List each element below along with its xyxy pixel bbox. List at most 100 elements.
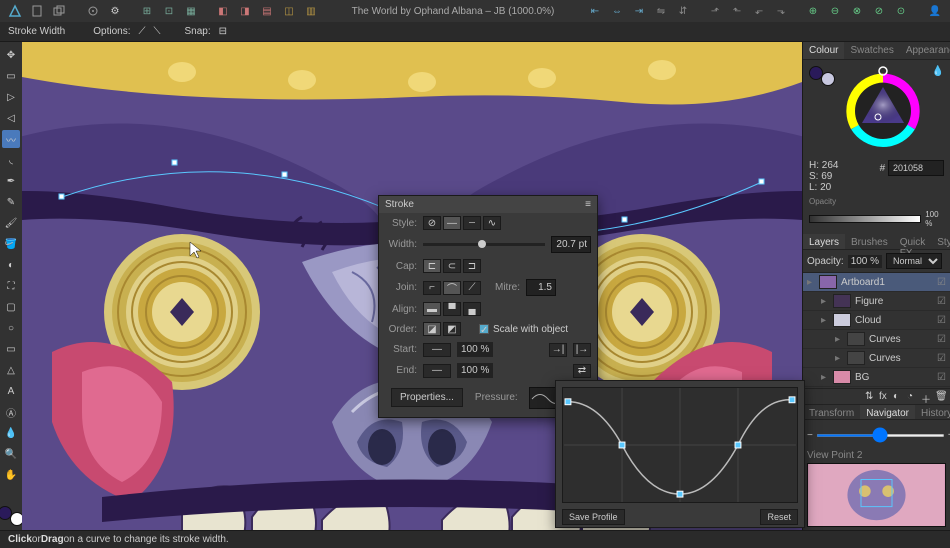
opacity-slider[interactable] — [809, 215, 921, 223]
bool-add-icon[interactable]: ⊕ — [804, 2, 822, 20]
align-left-icon[interactable]: ⇤ — [586, 2, 604, 20]
arrange-2-icon[interactable]: ◨ — [236, 2, 254, 20]
text-tool-icon[interactable]: A — [2, 382, 20, 400]
tab-quickfx[interactable]: Quick FX — [894, 234, 932, 249]
arrange-5-icon[interactable]: ▥ — [302, 2, 320, 20]
swap-arrows-icon[interactable]: ⇄ — [573, 364, 591, 378]
style-solid-icon[interactable]: — — [443, 216, 461, 230]
bool-divide-icon[interactable]: ⊙ — [892, 2, 910, 20]
scale-checkbox[interactable]: ✓ — [479, 324, 489, 334]
layer-row[interactable]: ▸Curves☑ — [803, 349, 950, 368]
order-back-icon[interactable]: ⬎ — [772, 2, 790, 20]
align-center-icon[interactable]: ⇔ — [608, 2, 626, 20]
join-round-icon[interactable]: ⌒ — [443, 281, 461, 295]
width-input[interactable] — [551, 236, 591, 253]
layer-row[interactable]: ▸Curves☑ — [803, 330, 950, 349]
layer-fx-icon[interactable]: fx — [879, 391, 891, 403]
cap-round-icon[interactable]: ⊂ — [443, 259, 461, 273]
opt-2-icon[interactable]: ⟍ — [154, 26, 161, 37]
tab-styles[interactable]: Styles — [931, 234, 950, 249]
style-dash-icon[interactable]: ┄ — [463, 216, 481, 230]
save-profile-button[interactable]: Save Profile — [562, 509, 625, 525]
visibility-icon[interactable]: ☑ — [937, 315, 946, 326]
zoom-tool-icon[interactable]: 🔍 — [2, 445, 20, 463]
eyedropper-icon[interactable]: 💧 — [932, 66, 944, 77]
reset-button[interactable]: Reset — [760, 509, 798, 525]
zoom-out-icon[interactable]: − — [807, 430, 813, 441]
arrow-place-1-icon[interactable]: →| — [549, 343, 567, 357]
eyedropper-tool-icon[interactable]: 💧 — [2, 424, 20, 442]
curve-graph[interactable] — [562, 387, 798, 503]
order-front-icon[interactable]: ◩ — [443, 322, 461, 336]
bool-intersect-icon[interactable]: ⊗ — [848, 2, 866, 20]
align-right-icon[interactable]: ⇥ — [630, 2, 648, 20]
tab-navigator[interactable]: Navigator — [860, 405, 915, 419]
file-icon[interactable] — [28, 2, 46, 20]
arrow-place-2-icon[interactable]: |→ — [573, 343, 591, 357]
color-wheel[interactable] — [838, 66, 928, 156]
layer-mask-icon[interactable]: ◐ — [893, 391, 905, 403]
crop-tool-icon[interactable]: ⛶ — [2, 277, 20, 295]
tab-transform[interactable]: Transform — [803, 405, 860, 419]
prefs-icon[interactable] — [84, 2, 102, 20]
tab-colour[interactable]: Colour — [803, 42, 844, 59]
cap-butt-icon[interactable]: ⊏ — [423, 259, 441, 273]
mitre-input[interactable] — [526, 279, 556, 296]
style-none-icon[interactable]: ⊘ — [423, 216, 441, 230]
layer-row[interactable]: ▸Figure☑ — [803, 292, 950, 311]
order-behind-icon[interactable]: ◪ — [423, 322, 441, 336]
tab-layers[interactable]: Layers — [803, 234, 845, 249]
brush-tool-icon[interactable]: 🖌 — [2, 214, 20, 232]
visibility-icon[interactable]: ☑ — [937, 353, 946, 364]
shape-triangle-tool-icon[interactable]: △ — [2, 361, 20, 379]
style-brush-icon[interactable]: ∿ — [483, 216, 501, 230]
tab-history[interactable]: History — [915, 405, 950, 419]
transparency-tool-icon[interactable]: ◐ — [2, 256, 20, 274]
arrange-1-icon[interactable]: ◧ — [214, 2, 232, 20]
align-outside-icon[interactable]: ▄ — [463, 302, 481, 316]
align-center-icon[interactable]: ▬ — [423, 302, 441, 316]
start-arrow-select[interactable]: — — [423, 343, 451, 357]
end-arrow-select[interactable]: — — [423, 364, 451, 378]
layers-toggle-icon[interactable] — [50, 2, 68, 20]
order-forward-icon[interactable]: ⬑ — [728, 2, 746, 20]
arrange-3-icon[interactable]: ▤ — [258, 2, 276, 20]
visibility-icon[interactable]: ☑ — [937, 277, 946, 288]
shape-rect-tool-icon[interactable]: ▢ — [2, 298, 20, 316]
width-slider[interactable] — [423, 243, 545, 246]
cap-square-icon[interactable]: ⊐ — [463, 259, 481, 273]
join-bevel-icon[interactable]: ⟋ — [463, 281, 481, 295]
properties-button[interactable]: Properties... — [391, 388, 463, 407]
gear-icon[interactable]: ⚙ — [106, 2, 124, 20]
hand-tool-icon[interactable]: ✋ — [2, 466, 20, 484]
snap-opt-icon[interactable]: ⊟ — [219, 26, 227, 37]
snap-pixel-icon[interactable]: ▦ — [182, 2, 200, 20]
flip-v-icon[interactable]: ⇵ — [674, 2, 692, 20]
tab-brushes[interactable]: Brushes — [845, 234, 894, 249]
zoom-slider[interactable] — [816, 434, 945, 437]
start-pct[interactable]: 100 % — [457, 342, 493, 357]
move-tool-icon[interactable]: ✥ — [2, 46, 20, 64]
tab-swatches[interactable]: Swatches — [844, 42, 899, 59]
end-pct[interactable]: 100 % — [457, 363, 493, 378]
tab-appearance[interactable]: Appearance — [900, 42, 950, 59]
pencil-tool-icon[interactable]: ✎ — [2, 193, 20, 211]
align-inside-icon[interactable]: ▀ — [443, 302, 461, 316]
text-frame-tool-icon[interactable]: Ⓐ — [2, 403, 20, 421]
corner-tool-icon[interactable]: ◟ — [2, 151, 20, 169]
join-miter-icon[interactable]: ⌐ — [423, 281, 441, 295]
order-front-icon[interactable]: ⬏ — [706, 2, 724, 20]
flip-h-icon[interactable]: ⇋ — [652, 2, 670, 20]
color-swatches[interactable] — [0, 506, 24, 526]
fill-tool-icon[interactable]: 🪣 — [2, 235, 20, 253]
snap-guides-icon[interactable]: ⊡ — [160, 2, 178, 20]
layer-delete-icon[interactable]: 🗑 — [935, 391, 947, 403]
node-tool-icon[interactable]: ◁ — [2, 109, 20, 127]
layer-row[interactable]: ▸Cloud☑ — [803, 311, 950, 330]
panel-swatches[interactable] — [809, 66, 835, 86]
shape-ellipse-tool-icon[interactable]: ○ — [2, 319, 20, 337]
pen-tool-icon[interactable]: ✒ — [2, 172, 20, 190]
layer-row[interactable]: ▸Artboard1☑ — [803, 273, 950, 292]
layer-add-icon[interactable]: ＋ — [921, 391, 933, 403]
layer-arrange-icon[interactable]: ⇅ — [865, 391, 877, 403]
